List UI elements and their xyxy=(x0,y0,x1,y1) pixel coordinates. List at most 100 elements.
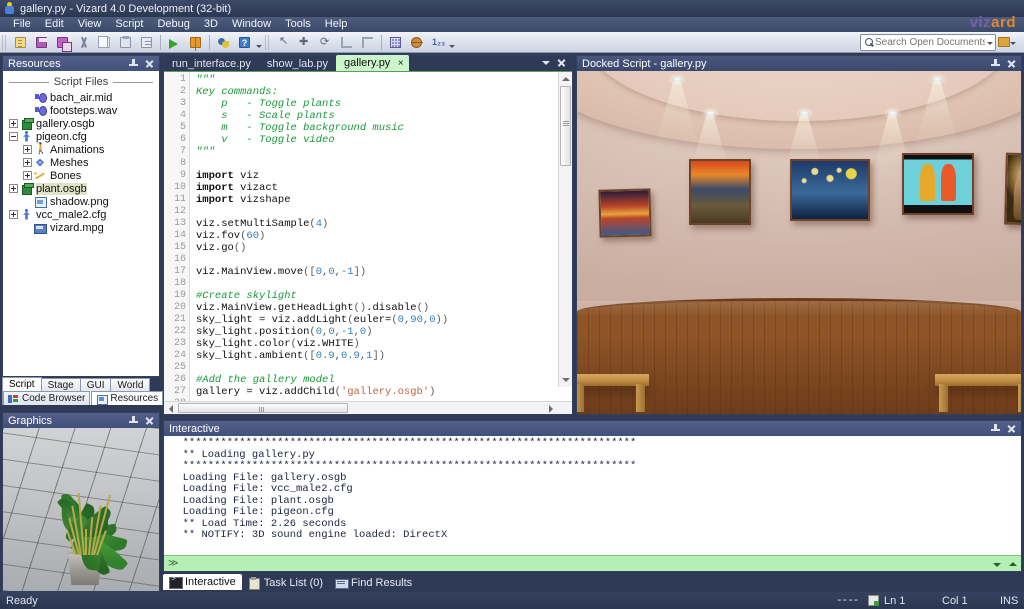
tree-expander-plus[interactable] xyxy=(23,158,32,167)
search-scope-button[interactable] xyxy=(998,34,1016,51)
rotate-tool-button[interactable] xyxy=(316,33,335,52)
paste-special-button[interactable] xyxy=(137,33,156,52)
tree-expander-plus[interactable] xyxy=(9,210,18,219)
pin-icon[interactable] xyxy=(990,423,1001,434)
tree-node[interactable]: footsteps.wav xyxy=(3,104,159,117)
tree-node[interactable]: Meshes xyxy=(3,156,159,169)
toolbar-grip[interactable] xyxy=(2,35,8,50)
toolbar-overflow-icon[interactable] xyxy=(255,33,263,52)
code-token: viz.go xyxy=(196,242,234,254)
pin-icon[interactable] xyxy=(128,415,139,426)
output-tab-find-results[interactable]: Find Results xyxy=(329,575,418,590)
close-icon[interactable] xyxy=(144,415,155,426)
coordinates-button[interactable]: 1₂₃ xyxy=(428,33,447,52)
world-view-button[interactable] xyxy=(407,33,426,52)
tree-expander-minus[interactable] xyxy=(9,132,18,141)
history-up-icon[interactable] xyxy=(1005,557,1021,571)
tree-node[interactable]: plant.osgb xyxy=(3,182,159,195)
close-icon[interactable] xyxy=(1006,58,1017,69)
align-corner-alt-button[interactable] xyxy=(358,33,377,52)
align-corner-button[interactable] xyxy=(337,33,356,52)
editor-tab-list-icon[interactable] xyxy=(541,57,552,68)
history-down-icon[interactable] xyxy=(989,557,1005,571)
tree-expander-plus[interactable] xyxy=(9,184,18,193)
tab-stage[interactable]: Stage xyxy=(41,378,81,391)
grid-toggle-button[interactable] xyxy=(386,33,405,52)
anim-icon xyxy=(34,144,47,156)
move-tool-button[interactable] xyxy=(295,33,314,52)
menu-item-script[interactable]: Script xyxy=(108,17,150,32)
help-button[interactable]: ? xyxy=(235,33,254,52)
editor-tab-show_lab-py[interactable]: show_lab.py xyxy=(259,56,336,71)
code-token: euler= xyxy=(354,314,392,326)
scroll-up-icon[interactable] xyxy=(559,72,572,85)
select-tool-button[interactable] xyxy=(274,33,293,52)
editor-horizontal-scrollbar[interactable] xyxy=(164,401,572,414)
gallery-3d-viewport[interactable] xyxy=(577,71,1021,414)
editor-vertical-scrollbar[interactable] xyxy=(558,72,572,387)
menu-item-debug[interactable]: Debug xyxy=(150,17,196,32)
run-script-button[interactable] xyxy=(165,33,184,52)
tree-node[interactable]: vcc_male2.cfg xyxy=(3,208,159,221)
save-button[interactable] xyxy=(32,33,51,52)
save-all-button[interactable] xyxy=(53,33,72,52)
tree-node[interactable]: gallery.osgb xyxy=(3,117,159,130)
hscrollbar-thumb[interactable] xyxy=(178,403,348,413)
toolbar-grip[interactable] xyxy=(265,35,271,50)
code-text-area[interactable]: """Key commands: p - Toggle plants s - S… xyxy=(190,72,572,401)
tree-expander-plus[interactable] xyxy=(23,171,32,180)
paste-button[interactable] xyxy=(116,33,135,52)
menu-item-edit[interactable]: Edit xyxy=(38,17,71,32)
scroll-down-icon[interactable] xyxy=(559,374,572,387)
close-icon[interactable] xyxy=(1006,423,1017,434)
menu-item-3d[interactable]: 3D xyxy=(197,17,225,32)
pin-icon[interactable] xyxy=(990,58,1001,69)
menu-item-window[interactable]: Window xyxy=(225,17,278,32)
search-input[interactable] xyxy=(875,37,985,48)
editor-tab-gallery-py[interactable]: gallery.py× xyxy=(336,55,409,71)
output-tab-interactive[interactable]: Interactive xyxy=(163,574,242,590)
resources-panel: Resources Script Files bach_air.midfoots… xyxy=(2,55,160,377)
code-token: -1 xyxy=(341,266,354,278)
line-number: 26 xyxy=(164,374,189,386)
stop-script-button[interactable] xyxy=(186,33,205,52)
close-icon[interactable] xyxy=(144,58,155,69)
tree-expander-plus[interactable] xyxy=(23,145,32,154)
line-number: 11 xyxy=(164,194,189,206)
tab-world[interactable]: World xyxy=(110,378,150,391)
editor-close-icon[interactable] xyxy=(556,57,567,68)
menu-item-file[interactable]: File xyxy=(6,17,38,32)
line-number: 4 xyxy=(164,110,189,122)
tab-script[interactable]: Script xyxy=(2,377,42,391)
copy-button[interactable] xyxy=(95,33,114,52)
python-console-button[interactable] xyxy=(214,33,233,52)
toolbar-overflow-icon[interactable] xyxy=(448,33,456,52)
chevron-down-icon[interactable] xyxy=(985,35,995,50)
code-line: m - Toggle background music xyxy=(196,122,572,134)
tab-resources[interactable]: Resources xyxy=(91,391,163,405)
tree-node[interactable]: shadow.png xyxy=(3,195,159,208)
tree-node[interactable]: bach_air.mid xyxy=(3,91,159,104)
tab-code-browser[interactable]: Code Browser xyxy=(3,391,90,405)
cut-button[interactable] xyxy=(74,33,93,52)
tab-gui[interactable]: GUI xyxy=(80,378,112,391)
output-tab-task-list[interactable]: Task List (0) xyxy=(242,575,329,590)
editor-tab-run_interface-py[interactable]: run_interface.py xyxy=(164,56,259,71)
menu-item-tools[interactable]: Tools xyxy=(278,17,318,32)
console-input[interactable] xyxy=(178,558,989,570)
menu-item-view[interactable]: View xyxy=(71,17,109,32)
scrollbar-thumb[interactable] xyxy=(560,86,571,166)
search-box[interactable] xyxy=(860,34,996,51)
tree-node[interactable]: pigeon.cfg xyxy=(3,130,159,143)
new-file-button[interactable] xyxy=(11,33,30,52)
scroll-left-icon[interactable] xyxy=(164,402,177,414)
scroll-right-icon[interactable] xyxy=(545,402,558,414)
pin-icon[interactable] xyxy=(128,58,139,69)
tree-node[interactable]: Animations xyxy=(3,143,159,156)
graphics-preview-viewport[interactable] xyxy=(3,428,159,591)
tree-node[interactable]: vizard.mpg xyxy=(3,221,159,234)
tree-expander-plus[interactable] xyxy=(9,119,18,128)
tree-node[interactable]: Bones xyxy=(3,169,159,182)
menu-item-help[interactable]: Help xyxy=(318,17,355,32)
editor-tab-close-icon[interactable]: × xyxy=(396,58,405,69)
